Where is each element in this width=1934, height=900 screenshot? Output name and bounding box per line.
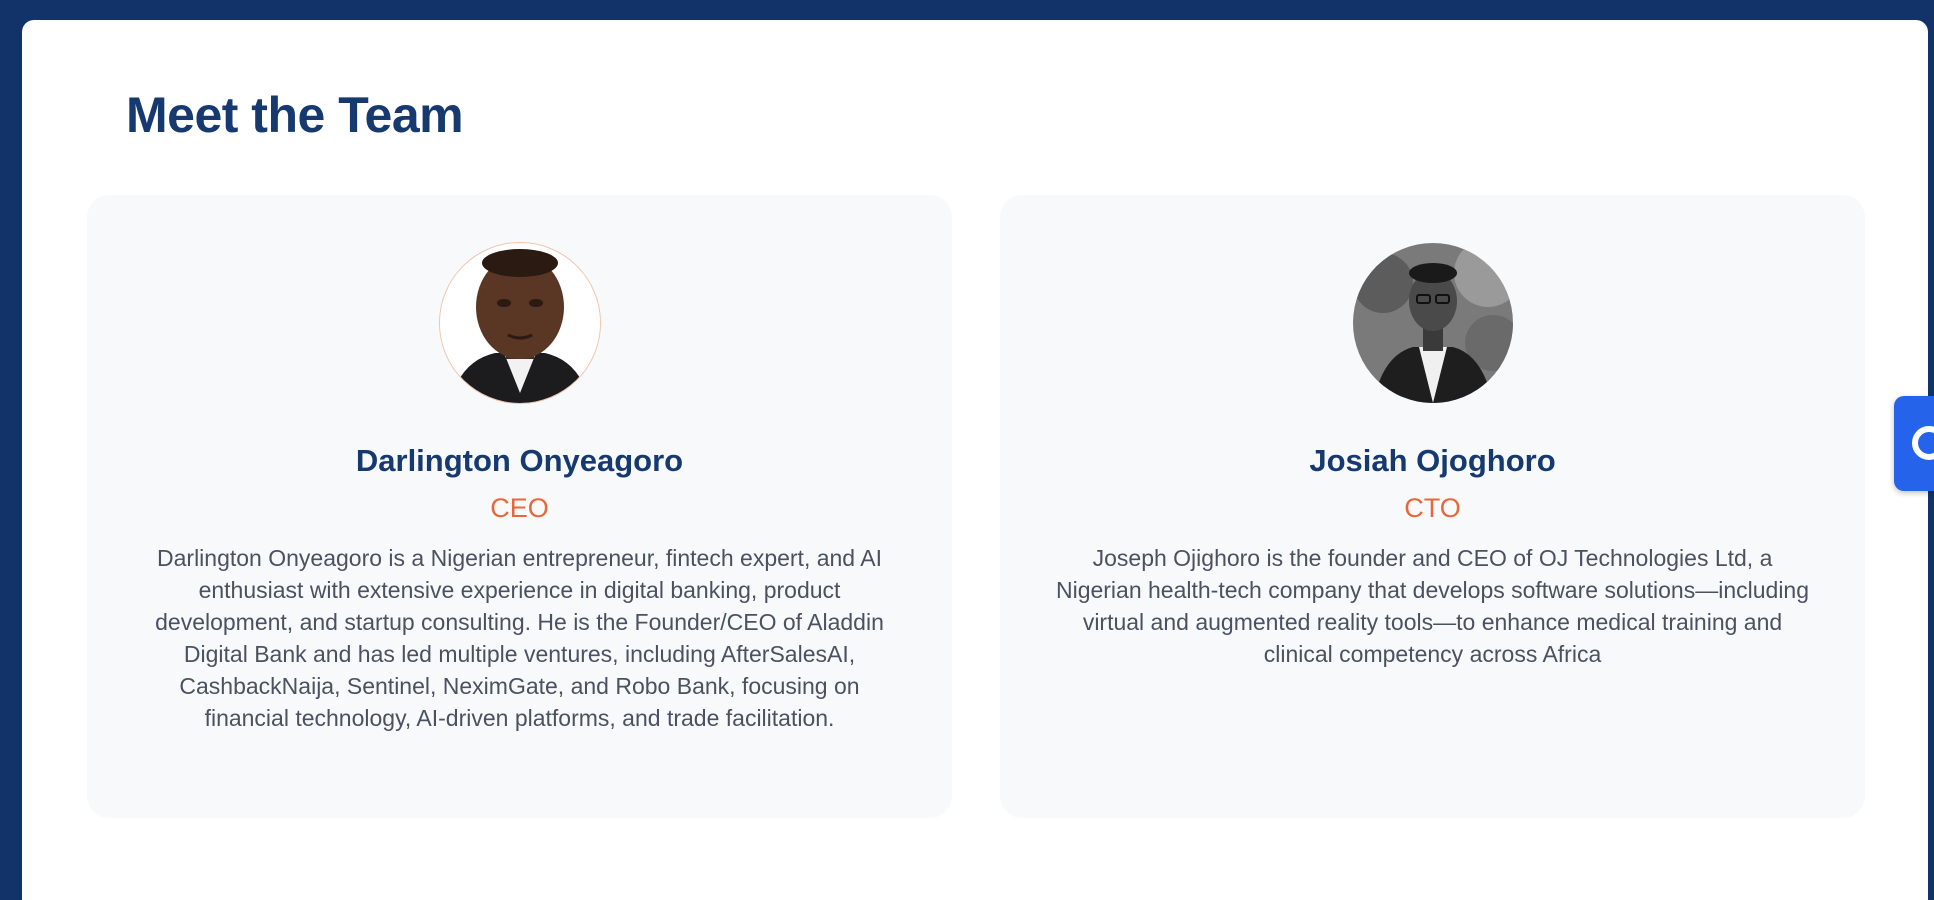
chat-icon bbox=[1912, 426, 1934, 460]
avatar bbox=[1352, 243, 1513, 403]
member-bio: Darlington Onyeagoro is a Nigerian entre… bbox=[155, 545, 884, 731]
member-role: CTO bbox=[1404, 493, 1461, 523]
side-tab-button[interactable] bbox=[1894, 396, 1934, 491]
team-card-cto: Josiah Ojoghoro CTO Joseph Ojighoro is t… bbox=[1000, 195, 1865, 818]
team-section: Meet the Team Darlington Onyeagoro CEO D… bbox=[22, 20, 1928, 900]
member-name: Josiah Ojoghoro bbox=[1309, 443, 1556, 478]
team-cards: Darlington Onyeagoro CEO Darlington Onye… bbox=[87, 195, 1865, 818]
avatar bbox=[439, 243, 600, 403]
page-title: Meet the Team bbox=[126, 87, 464, 143]
member-role: CEO bbox=[490, 493, 549, 523]
team-card-ceo: Darlington Onyeagoro CEO Darlington Onye… bbox=[87, 195, 952, 818]
member-name: Darlington Onyeagoro bbox=[355, 443, 684, 478]
member-bio: Joseph Ojighoro is the founder and CEO o… bbox=[1055, 545, 1810, 667]
